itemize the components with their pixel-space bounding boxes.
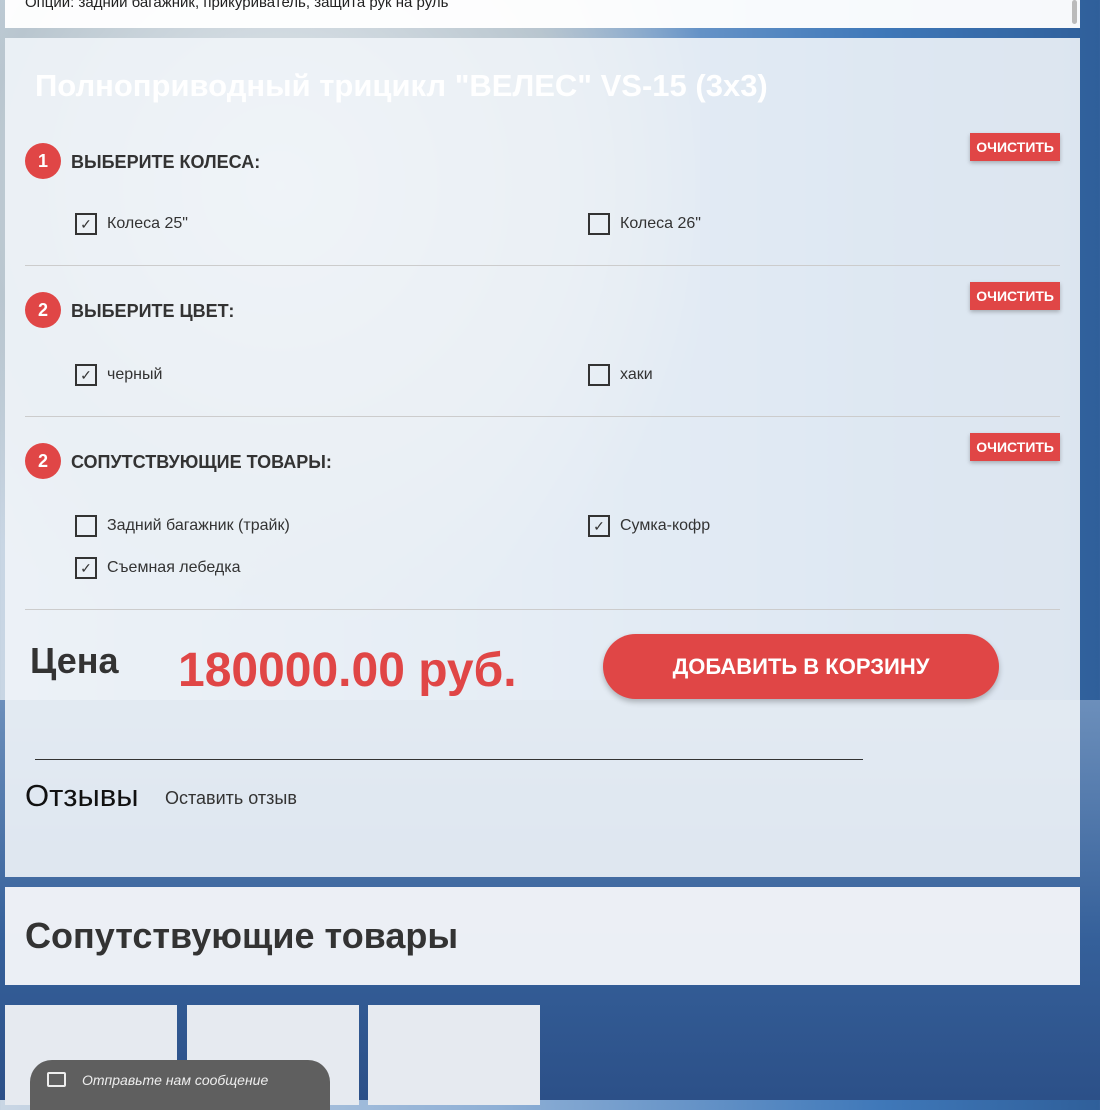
divider (25, 416, 1060, 417)
price-label: Цена (30, 640, 119, 681)
step-number: 1 (25, 143, 61, 179)
option-label: Задний багажник (трайк) (107, 517, 290, 534)
leave-review-link[interactable]: Оставить отзыв (165, 788, 297, 809)
clear-button[interactable]: ОЧИСТИТЬ (970, 133, 1060, 161)
add-to-cart-button[interactable]: ДОБАВИТЬ В КОРЗИНУ (603, 634, 999, 699)
divider (25, 609, 1060, 610)
divider (25, 265, 1060, 266)
related-products-header: Сопутствующие товары (5, 887, 1080, 985)
step-number: 2 (25, 443, 61, 479)
option-bag[interactable]: ✓ Сумка-кофр (588, 515, 710, 537)
option-label: Сумка-кофр (620, 517, 711, 534)
options-panel: Опции: задний багажник, прикуриватель, з… (5, 0, 1080, 28)
checkbox[interactable] (588, 213, 610, 235)
price-value: 180000.00 руб. (178, 644, 517, 697)
section-title: ВЫБЕРИТЕ ЦВЕТ: (71, 301, 235, 321)
step-number: 2 (25, 292, 61, 328)
related-title: Сопутствующие товары (25, 915, 459, 956)
product-title: Полноприводный трицикл "ВЕЛЕС" VS-15 (3x… (35, 68, 768, 103)
clear-button[interactable]: ОЧИСТИТЬ (970, 433, 1060, 461)
checkbox[interactable] (75, 515, 97, 537)
clear-button[interactable]: ОЧИСТИТЬ (970, 282, 1060, 310)
checkbox[interactable] (588, 364, 610, 386)
checkbox-checked[interactable]: ✓ (75, 364, 97, 386)
option-wheels-26[interactable]: Колеса 26" (588, 213, 701, 235)
options-text: Опции: задний багажник, прикуриватель, з… (25, 0, 449, 11)
envelope-icon (47, 1072, 66, 1087)
option-label: черный (107, 366, 163, 383)
chat-widget[interactable]: Отправьте нам сообщение (30, 1060, 330, 1110)
checkbox-checked[interactable]: ✓ (75, 213, 97, 235)
scrollbar[interactable] (1072, 0, 1077, 24)
reviews-title: Отзывы (25, 778, 139, 813)
option-rear-rack[interactable]: Задний багажник (трайк) (75, 515, 290, 537)
checkbox-checked[interactable]: ✓ (75, 557, 97, 579)
option-wheels-25[interactable]: ✓ Колеса 25" (75, 213, 188, 235)
option-label: Колеса 25" (107, 215, 188, 232)
option-winch[interactable]: ✓ Съемная лебедка (75, 557, 240, 579)
option-label: Съемная лебедка (107, 559, 241, 576)
option-khaki[interactable]: хаки (588, 364, 653, 386)
chat-label: Отправьте нам сообщение (82, 1072, 269, 1088)
product-card[interactable] (368, 1005, 540, 1105)
option-label: хаки (620, 366, 653, 383)
option-black[interactable]: ✓ черный (75, 364, 162, 386)
option-label: Колеса 26" (620, 215, 701, 232)
checkbox-checked[interactable]: ✓ (588, 515, 610, 537)
divider (35, 759, 863, 760)
section-title: ВЫБЕРИТЕ КОЛЕСА: (71, 152, 261, 172)
product-configurator: Полноприводный трицикл "ВЕЛЕС" VS-15 (3x… (5, 38, 1080, 877)
section-title: СОПУТСТВУЮЩИЕ ТОВАРЫ: (71, 452, 332, 472)
